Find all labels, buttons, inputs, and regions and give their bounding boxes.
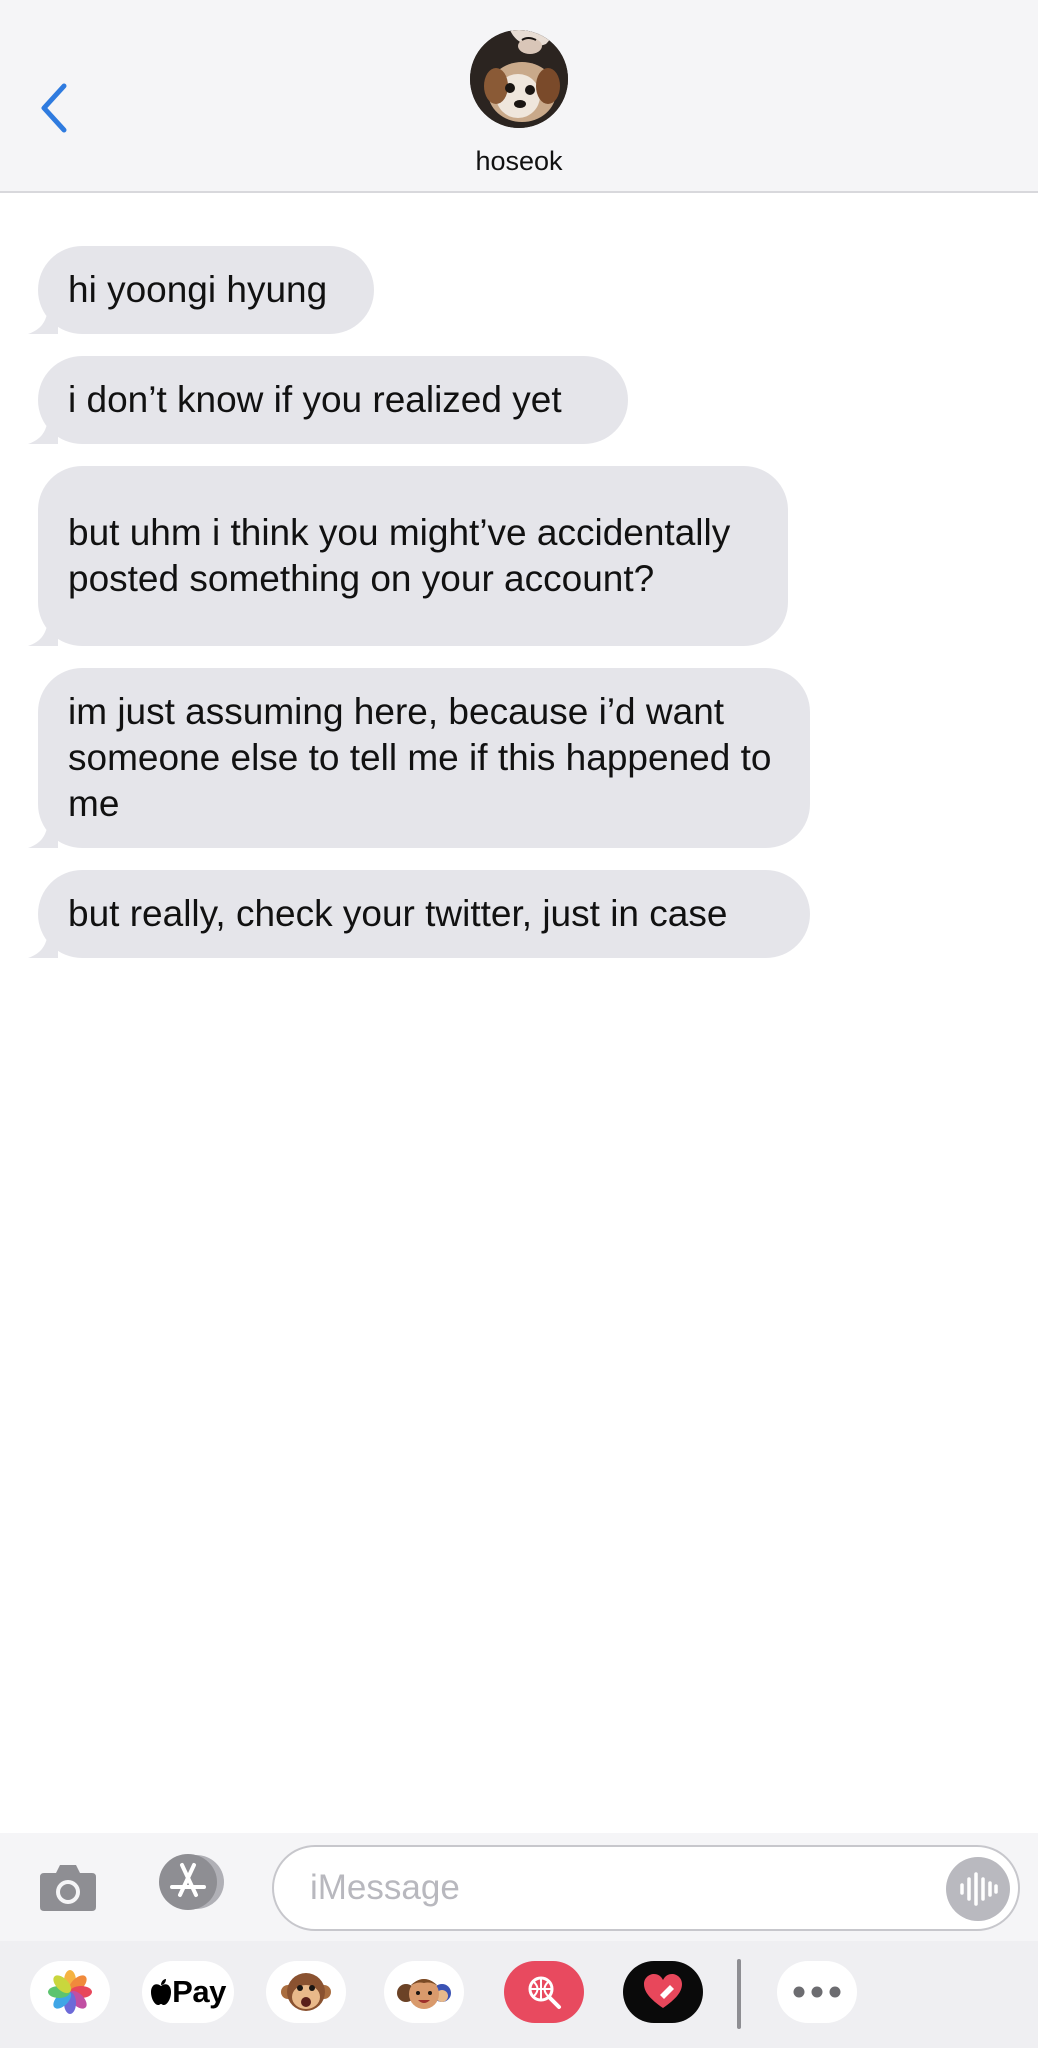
message-input-wrapper [272, 1845, 1020, 1931]
message-text: but uhm i think you might’ve accidentall… [68, 512, 731, 599]
message-input[interactable] [310, 1847, 910, 1929]
app-web-search[interactable] [504, 1961, 584, 2023]
app-memoji[interactable] [384, 1961, 464, 2023]
message-bubble[interactable]: hi yoongi hyung [28, 246, 374, 334]
message-text: im just assuming here, because i’d want … [68, 691, 772, 824]
heart-touch-icon [644, 1974, 682, 2008]
message-text: i don’t know if you realized yet [68, 379, 562, 420]
message-bubble[interactable]: im just assuming here, because i’d want … [28, 668, 810, 848]
message-text: hi yoongi hyung [68, 269, 328, 310]
app-photos[interactable] [30, 1961, 110, 2023]
avatar-photo [470, 30, 568, 128]
bubble-tail [28, 818, 58, 848]
message-bubble[interactable]: i don’t know if you realized yet [28, 356, 628, 444]
monkey-animoji-icon [281, 1973, 331, 2011]
apple-pay-icon [151, 1979, 172, 2005]
bubble-tail [28, 304, 58, 334]
conversation-header: hoseok [0, 0, 1038, 193]
photos-icon [48, 1970, 92, 2014]
camera-button[interactable] [38, 1861, 98, 1913]
back-button[interactable] [34, 78, 74, 138]
message-bubble[interactable]: but uhm i think you might’ve accidentall… [28, 466, 788, 646]
app-drawer: Pay [0, 1941, 1038, 2048]
app-more[interactable] [777, 1961, 857, 2023]
contact-name[interactable]: hoseok [0, 146, 1038, 177]
bubble-tail [28, 414, 58, 444]
memoji-stickers-icon [397, 1979, 451, 2009]
audio-waveform-icon [960, 1872, 998, 1906]
more-ellipsis-icon [793, 1986, 841, 1998]
drawer-divider [737, 1959, 741, 2029]
avatar[interactable] [470, 30, 568, 128]
app-store-icon [159, 1854, 224, 1910]
bubble-tail [28, 928, 58, 958]
message-thread: hi yoongi hyung i don’t know if you real… [0, 193, 1038, 1833]
app-store-button[interactable] [152, 1853, 228, 1911]
audio-message-button[interactable] [946, 1857, 1010, 1921]
app-animoji[interactable] [266, 1961, 346, 2023]
camera-icon [40, 1865, 96, 1911]
message-text: but really, check your twitter, just in … [68, 893, 728, 934]
app-digital-touch[interactable] [623, 1961, 703, 2023]
globe-search-icon [528, 1976, 561, 2009]
apple-pay-label: Pay [172, 1974, 226, 2009]
message-bubble[interactable]: but really, check your twitter, just in … [28, 870, 810, 958]
bubble-tail [28, 616, 58, 646]
chevron-left-icon [41, 83, 67, 133]
compose-bar [0, 1833, 1038, 1941]
app-apple-pay[interactable]: Pay [142, 1961, 234, 2023]
